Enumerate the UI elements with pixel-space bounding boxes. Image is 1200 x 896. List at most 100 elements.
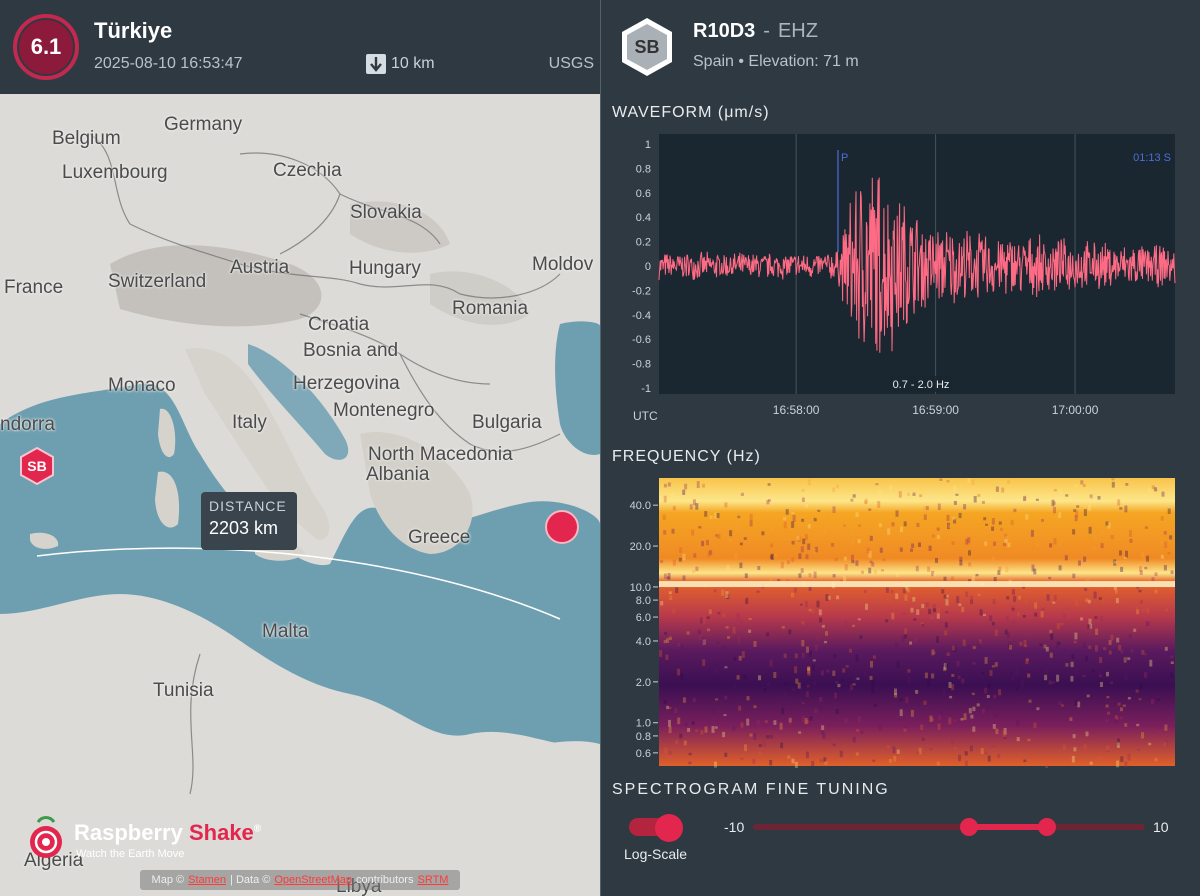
spectrogram-ytick: 20.0: [630, 541, 651, 553]
spectrogram-cell: [1106, 671, 1109, 677]
distance-value: 2203 km: [209, 518, 279, 538]
spectrogram-cell: [1025, 600, 1029, 604]
spectrogram-cell: [1024, 644, 1028, 648]
spectrogram-cell: [1100, 682, 1103, 688]
spectrogram-cell: [668, 726, 672, 734]
spectrogram-cell: [893, 756, 897, 762]
spectrogram-cell: [1022, 615, 1026, 618]
spectrogram-cell: [801, 640, 805, 647]
spectrogram-chart[interactable]: 40.0 20.0 10.08.0 6.0 4.0 2.0 1.00.8 0.6: [601, 472, 1200, 768]
spectrogram-cell: [1118, 644, 1122, 651]
frequency-title: FREQUENCY (Hz): [612, 448, 761, 465]
earthquake-marker[interactable]: [545, 510, 579, 544]
spectrogram-cell: [953, 500, 957, 505]
spectrogram-cell: [766, 500, 770, 505]
spectrogram-cell: [1170, 570, 1174, 575]
station-channel: EHZ: [777, 20, 818, 42]
spectrogram-cell: [704, 511, 708, 517]
spectrogram-cell: [802, 538, 806, 545]
spectrogram-cell: [1089, 497, 1093, 504]
raspberry-shake-logo[interactable]: Raspberry Shake® Watch the Earth Move: [24, 814, 284, 864]
spectrogram-cell: [833, 653, 837, 658]
spectrogram-cell: [852, 683, 856, 686]
spectrogram-cell: [1082, 675, 1086, 678]
map-label-austria: Austria: [230, 257, 290, 278]
spectrogram-cell: [985, 523, 988, 526]
spectrogram-cell: [709, 550, 713, 555]
spectrogram-cell: [1127, 753, 1131, 761]
spectrogram-cell: [835, 681, 839, 684]
spectrogram-cell: [1107, 711, 1110, 715]
spectrogram-cell: [835, 484, 839, 489]
spectrogram-cell: [944, 630, 948, 636]
spectrogram-cell: [779, 722, 783, 730]
spectrogram-cell: [808, 651, 812, 657]
map-view[interactable]: Belgium Germany Luxembourg Czechia Slova…: [0, 94, 600, 896]
spectrogram-cell: [808, 483, 811, 486]
spectrogram-cell: [844, 564, 848, 571]
spectrogram-cell: [1058, 543, 1062, 546]
spectrogram-cell: [991, 621, 995, 626]
spectrogram-cell: [943, 594, 947, 599]
spectrogram-cell: [734, 553, 738, 560]
spectrogram-cell: [1170, 661, 1174, 665]
spectrogram-cell: [1127, 697, 1131, 700]
log-scale-toggle[interactable]: [629, 814, 683, 842]
spectrogram-cell: [1065, 663, 1069, 667]
distance-label: DISTANCE: [209, 498, 287, 514]
spectrogram-cell: [972, 662, 976, 665]
spectrogram-cell: [1114, 715, 1118, 720]
spectrogram-cell: [677, 668, 680, 676]
spectrogram-cell: [692, 570, 696, 573]
spectrogram-cell: [984, 657, 988, 664]
spectrogram-cell: [968, 708, 972, 714]
slider-thumb-high[interactable]: [1038, 818, 1056, 836]
spectrogram-cell: [1049, 652, 1053, 658]
spectrogram-cell: [835, 708, 839, 714]
spectrogram-cell: [1051, 681, 1055, 684]
spectrogram-cell: [923, 514, 927, 520]
spectrogram-cell: [957, 675, 961, 680]
spectrogram-cell: [1036, 707, 1040, 711]
spectrogram-cell: [725, 499, 729, 502]
spectrogram-cell: [856, 677, 860, 680]
spectrogram-cell: [766, 632, 770, 637]
attribution-link-osm[interactable]: OpenStreetMap: [274, 874, 352, 886]
spectrogram-cell: [826, 735, 830, 740]
station-marker[interactable]: SB: [18, 446, 56, 486]
spectrogram-cell: [851, 560, 855, 564]
slider-thumb-low[interactable]: [959, 818, 978, 836]
waveform-chart[interactable]: 1 0.8 0.6 0.4 0.2 0 -0.2 -0.4 -0.6 -0.8 -1 P 01:13…: [601, 128, 1200, 424]
spectrogram-cell: [730, 630, 733, 637]
spectrogram-cell: [801, 621, 805, 625]
spectrogram-range-slider[interactable]: [753, 818, 1145, 838]
attribution-link-srtm[interactable]: SRTM: [417, 874, 448, 886]
spectrogram-cell: [855, 654, 859, 662]
spectrogram-cell: [891, 612, 895, 620]
spectrogram-cell: [1160, 540, 1164, 545]
spectrogram-cell: [904, 594, 908, 601]
spectrogram-cell: [970, 714, 974, 719]
attribution-link-stamen[interactable]: Stamen: [188, 874, 226, 886]
spectrogram-cell: [770, 543, 774, 548]
spectrogram-cell: [1013, 595, 1017, 602]
spectrogram-cell: [823, 529, 827, 534]
s-arrival-label: 01:13 S: [1133, 152, 1171, 164]
spectrogram-cell: [987, 755, 991, 762]
map-label-montenegro: Montenegro: [333, 400, 435, 421]
spectrogram-cell: [932, 651, 936, 654]
spectrogram-cell: [953, 747, 957, 750]
log-scale-label: Log-Scale: [624, 846, 688, 862]
spectrogram-cell: [995, 486, 999, 492]
spectrogram-cell: [1007, 542, 1011, 548]
spectrogram-cell: [801, 518, 805, 522]
spectrogram-cell: [928, 545, 932, 551]
map-label-bosnia: Bosnia and: [303, 340, 399, 361]
spectrogram-cell: [1008, 639, 1012, 645]
toggle-knob[interactable]: [655, 814, 683, 842]
spectrogram-cell: [1135, 689, 1139, 693]
spectrogram-cell: [813, 571, 817, 579]
spectrogram-cell: [959, 556, 963, 562]
spectrogram-cell: [780, 742, 784, 749]
spectrogram-cell: [1074, 597, 1077, 604]
